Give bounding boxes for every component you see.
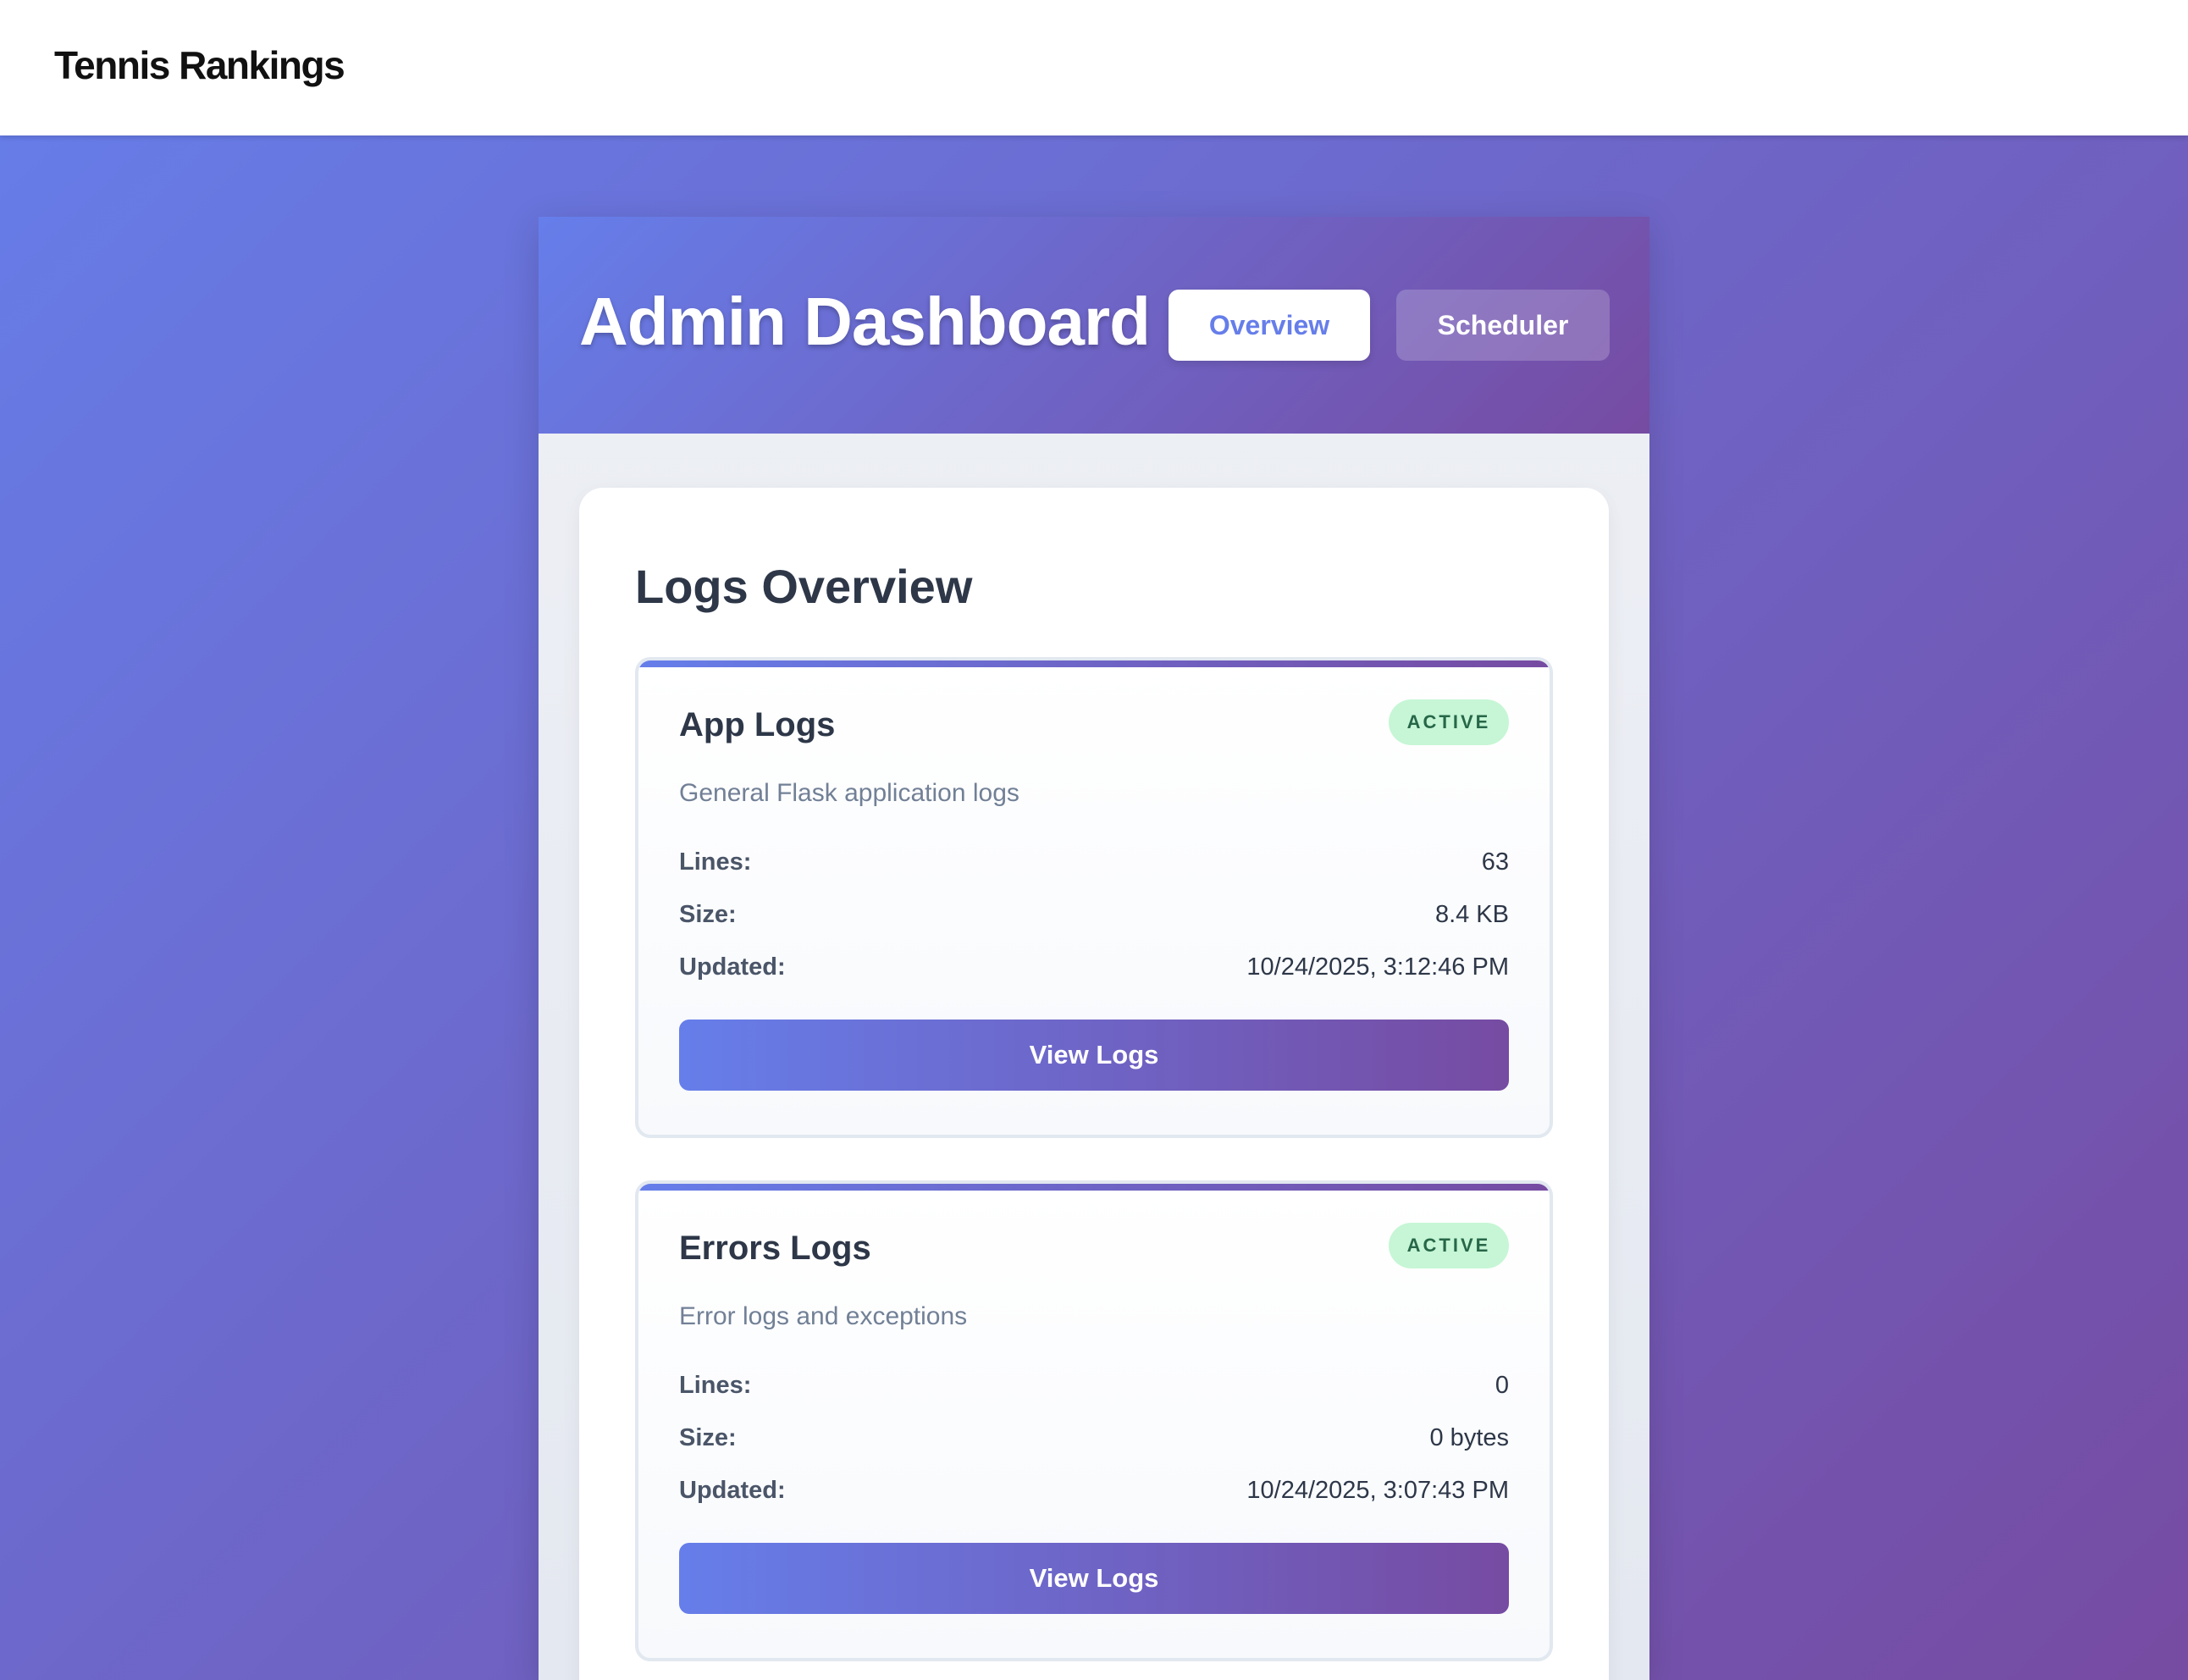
- stat-row-size: Size: 8.4 KB: [679, 898, 1509, 931]
- stat-row-updated: Updated: 10/24/2025, 3:12:46 PM: [679, 950, 1509, 984]
- log-card-app: App Logs ACTIVE General Flask applicatio…: [635, 657, 1553, 1138]
- stat-label: Lines:: [679, 848, 752, 876]
- page-title: Admin Dashboard: [579, 284, 1151, 359]
- stat-label: Updated:: [679, 953, 786, 981]
- view-logs-button[interactable]: View Logs: [679, 1543, 1509, 1614]
- stat-value: 63: [1481, 848, 1509, 876]
- stat-value: 8.4 KB: [1434, 900, 1509, 928]
- stat-value: 10/24/2025, 3:12:46 PM: [1246, 953, 1509, 981]
- status-badge: ACTIVE: [1389, 1223, 1509, 1268]
- stat-label: Size:: [679, 1423, 737, 1451]
- log-card-description: General Flask application logs: [679, 779, 1019, 807]
- log-card-errors: Errors Logs ACTIVE Error logs and except…: [635, 1180, 1553, 1661]
- log-card-title: Errors Logs: [679, 1230, 871, 1267]
- dashboard-header: Admin Dashboard Overview Scheduler: [539, 217, 1649, 434]
- section-title: Logs Overview: [635, 560, 973, 613]
- stat-label: Lines:: [679, 1371, 752, 1399]
- stat-row-lines: Lines: 63: [679, 845, 1509, 879]
- stat-row-lines: Lines: 0: [679, 1368, 1509, 1402]
- stat-row-size: Size: 0 bytes: [679, 1421, 1509, 1455]
- stat-value: 10/24/2025, 3:07:43 PM: [1246, 1476, 1509, 1504]
- stat-value: 0: [1495, 1371, 1509, 1399]
- logs-overview-panel: Logs Overview App Logs ACTIVE General Fl…: [579, 488, 1609, 1680]
- brand-link[interactable]: Tennis Rankings: [54, 42, 345, 88]
- dashboard-container: Admin Dashboard Overview Scheduler Logs …: [539, 217, 1649, 1680]
- stat-row-updated: Updated: 10/24/2025, 3:07:43 PM: [679, 1473, 1509, 1507]
- log-card-title: App Logs: [679, 706, 836, 743]
- status-badge: ACTIVE: [1389, 699, 1509, 745]
- stat-label: Size:: [679, 900, 737, 928]
- card-accent-bar: [638, 660, 1550, 667]
- stat-value: 0 bytes: [1429, 1423, 1510, 1451]
- view-logs-button[interactable]: View Logs: [679, 1020, 1509, 1091]
- top-navbar: Tennis Rankings: [0, 0, 2188, 135]
- tab-scheduler[interactable]: Scheduler: [1396, 290, 1610, 361]
- log-card-description: Error logs and exceptions: [679, 1302, 968, 1330]
- tab-overview[interactable]: Overview: [1169, 290, 1370, 361]
- stat-label: Updated:: [679, 1476, 786, 1504]
- card-accent-bar: [638, 1184, 1550, 1191]
